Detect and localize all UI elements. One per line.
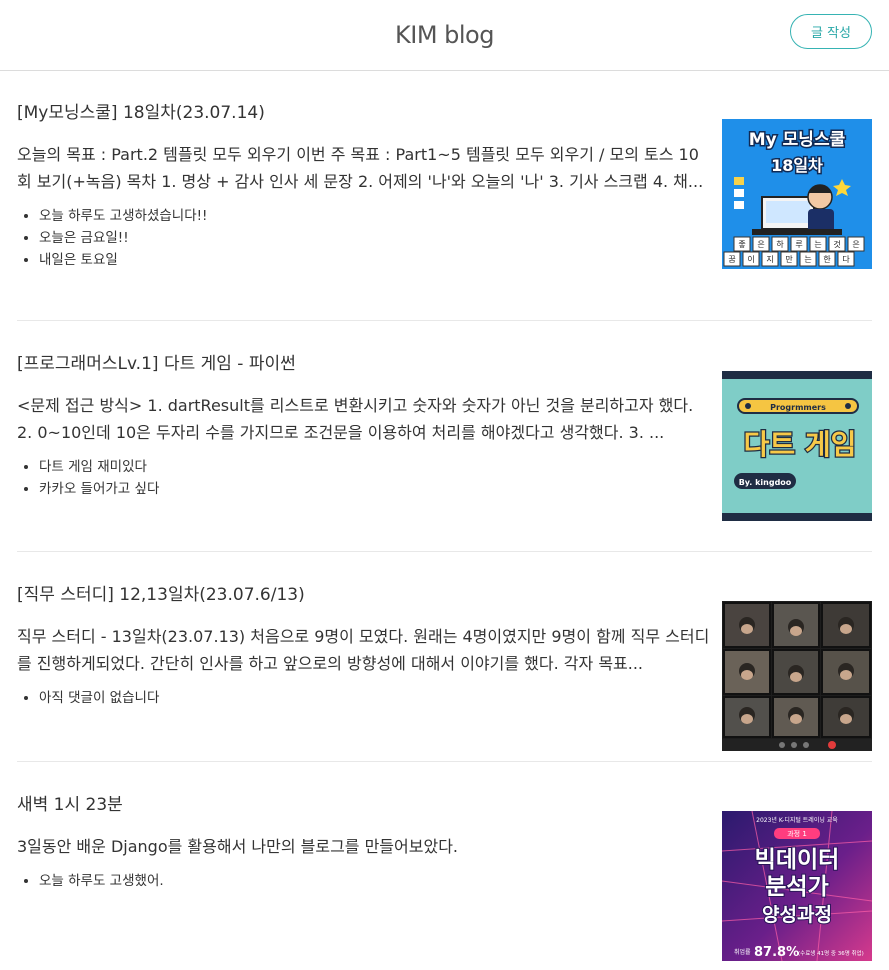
thumb-stat-label: 취업률 [734, 948, 751, 956]
svg-text:은: 은 [757, 240, 764, 249]
write-post-button[interactable]: 글 작성 [790, 14, 872, 49]
post-text: [My모닝스쿨] 18일차(23.07.14) 오늘의 목표 : Part.2 … [17, 98, 712, 271]
post-item[interactable]: [직무 스터디] 12,13일차(23.07.6/13) 직무 스터디 - 13… [17, 580, 872, 762]
comment-list: 오늘 하루도 고생했어. [17, 870, 712, 892]
comment-item: 내일은 토요일 [39, 249, 712, 271]
thumb-stat: 87.8% [754, 945, 799, 960]
post-text: [프로그래머스Lv.1] 다트 게임 - 파이썬 <문제 접근 방식> 1. d… [17, 349, 712, 500]
post-title[interactable]: [프로그래머스Lv.1] 다트 게임 - 파이썬 [17, 349, 712, 374]
thumb-byline: By. kingdoo [739, 478, 792, 487]
post-thumbnail[interactable] [722, 601, 872, 751]
comment-list: 오늘 하루도 고생하셨습니다!! 오늘은 금요일!! 내일은 토요일 [17, 205, 712, 271]
thumb-stat-note: (수료생 41명 중 36명 취업) [798, 949, 864, 957]
comment-item: 오늘 하루도 고생하셨습니다!! [39, 205, 712, 227]
svg-text:루: 루 [795, 240, 802, 249]
svg-text:하: 하 [776, 239, 784, 249]
post-item[interactable]: [My모닝스쿨] 18일차(23.07.14) 오늘의 목표 : Part.2 … [17, 98, 872, 321]
post-item[interactable]: [프로그래머스Lv.1] 다트 게임 - 파이썬 <문제 접근 방식> 1. d… [17, 349, 872, 552]
post-excerpt: <문제 접근 방식> 1. dartResult를 리스트로 변환시키고 숫자와… [17, 396, 694, 442]
post-list: [My모닝스쿨] 18일차(23.07.14) 오늘의 목표 : Part.2 … [0, 71, 889, 970]
thumb-line3: 양성과정 [762, 904, 832, 926]
video-call-thumbnail [722, 601, 872, 751]
morning-school-thumbnail: My 모닝스쿨 18일차 좋 은 하 루 는 것 은 꿈 이 지 만 는 한 다 [722, 119, 872, 269]
site-title[interactable]: KIM blog [395, 21, 494, 49]
thumb-line1: 빅데이터 [755, 847, 840, 873]
thumb-tiles: 좋은하 루는것은 꿈이지 만는한다 [723, 236, 865, 267]
thumb-line1: My 모닝스쿨 [749, 130, 846, 150]
post-text: 새벽 1시 23분 3일동안 배운 Django를 활용해서 나만의 블로그를 … [17, 790, 712, 892]
thumb-top: 2023년 K-디지털 트레이닝 교육 [756, 816, 838, 824]
svg-text:좋: 좋 [738, 240, 745, 249]
svg-text:이: 이 [747, 254, 754, 264]
post-thumbnail[interactable]: My 모닝스쿨 18일차 좋 은 하 루 는 것 은 꿈 이 지 만 는 한 다 [722, 119, 872, 269]
comment-item: 다트 게임 재미있다 [39, 456, 712, 478]
bigdata-course-thumbnail: 2023년 K-디지털 트레이닝 교육 과정 1 빅데이터 분석가 양성과정 취… [722, 811, 872, 961]
svg-text:다: 다 [842, 255, 850, 264]
thumb-line2: 분석가 [765, 874, 828, 900]
comment-list: 아직 댓글이 없습니다 [17, 687, 712, 709]
post-thumbnail[interactable]: Progrmmers 다트 게임 By. kingdoo [722, 371, 872, 521]
comment-item: 카카오 들어가고 싶다 [39, 478, 712, 500]
svg-text:는: 는 [804, 255, 811, 264]
post-thumbnail[interactable]: 2023년 K-디지털 트레이닝 교육 과정 1 빅데이터 분석가 양성과정 취… [722, 811, 872, 961]
post-title[interactable]: [직무 스터디] 12,13일차(23.07.6/13) [17, 580, 712, 605]
post-excerpt: 3일동안 배운 Django를 활용해서 나만의 블로그를 만들어보았다. [17, 837, 458, 856]
thumb-badge: Progrmmers [770, 403, 826, 412]
dart-game-thumbnail: Progrmmers 다트 게임 By. kingdoo [722, 371, 872, 521]
comment-list: 다트 게임 재미있다 카카오 들어가고 싶다 [17, 456, 712, 500]
post-title[interactable]: 새벽 1시 23분 [17, 790, 712, 815]
comment-item: 오늘 하루도 고생했어. [39, 870, 712, 892]
svg-text:꿈: 꿈 [728, 255, 735, 264]
post-excerpt: 직무 스터디 - 13일차(23.07.13) 처음으로 9명이 모였다. 원래… [17, 627, 710, 673]
svg-text:한: 한 [823, 255, 831, 264]
comment-item: 아직 댓글이 없습니다 [39, 687, 712, 709]
comment-item: 오늘은 금요일!! [39, 227, 712, 249]
svg-text:은: 은 [852, 240, 859, 249]
site-header: KIM blog 글 작성 [0, 0, 889, 71]
post-title[interactable]: [My모닝스쿨] 18일차(23.07.14) [17, 98, 712, 123]
thumb-title: 다트 게임 [744, 428, 857, 461]
post-item[interactable]: 새벽 1시 23분 3일동안 배운 Django를 활용해서 나만의 블로그를 … [17, 790, 872, 970]
svg-text:만: 만 [785, 255, 793, 264]
post-excerpt: 오늘의 목표 : Part.2 템플릿 모두 외우기 이번 주 목표 : Par… [17, 145, 704, 191]
svg-text:지: 지 [766, 255, 773, 264]
post-text: [직무 스터디] 12,13일차(23.07.6/13) 직무 스터디 - 13… [17, 580, 712, 709]
thumb-line2: 18일차 [771, 156, 823, 175]
thumb-tag: 과정 1 [787, 829, 807, 838]
svg-text:는: 는 [814, 240, 821, 249]
svg-text:것: 것 [833, 239, 840, 249]
